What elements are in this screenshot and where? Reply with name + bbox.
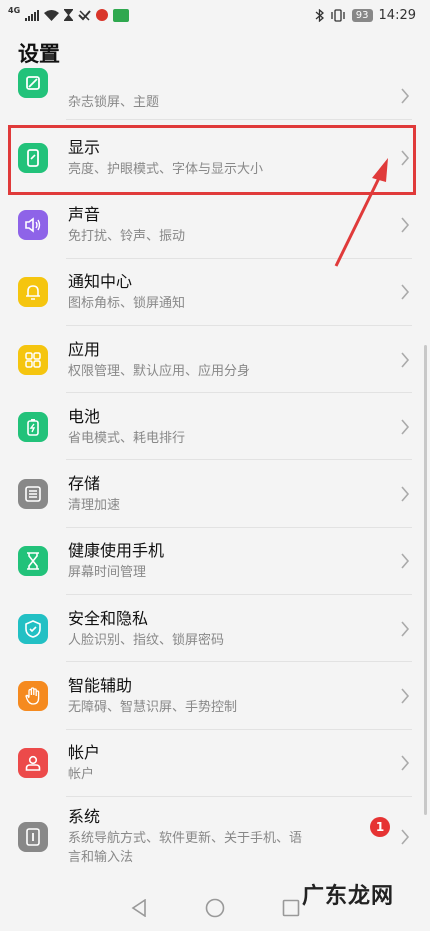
app-icon-red <box>96 9 109 21</box>
notification-icon <box>18 277 48 308</box>
app-icon-green <box>113 8 130 22</box>
no-sim-icon <box>78 10 91 21</box>
network-type: 4G <box>8 6 21 15</box>
chevron-right-icon <box>401 352 410 368</box>
item-title: 存储 <box>68 474 101 494</box>
watermark: 广东龙网 <box>301 884 394 909</box>
item-subtitle: 图标角标、锁屏通知 <box>68 296 186 312</box>
settings-item-battery[interactable]: 电池 省电模式、耗电排行 <box>0 393 430 461</box>
chevron-right-icon <box>401 486 410 502</box>
home-icon <box>205 898 225 918</box>
chevron-right-icon <box>401 688 410 704</box>
chevron-right-icon <box>401 829 410 845</box>
home-button[interactable] <box>202 895 228 921</box>
page-title: 设置 <box>18 42 60 66</box>
settings-item-digital-balance[interactable]: 健康使用手机 屏幕时间管理 <box>0 528 430 596</box>
account-icon <box>18 748 48 779</box>
hourglass-status-icon <box>64 9 74 21</box>
bluetooth-icon <box>315 8 324 22</box>
item-subtitle: 杂志锁屏、主题 <box>68 95 160 110</box>
recents-button[interactable] <box>278 895 304 921</box>
chevron-right-icon <box>401 284 410 300</box>
settings-item-security[interactable]: 安全和隐私 人脸识别、指纹、锁屏密码 <box>0 595 430 663</box>
settings-item-theme[interactable]: 杂志锁屏、主题 <box>0 68 430 120</box>
update-badge: 1 <box>370 816 390 837</box>
item-subtitle: 免打扰、铃声、振动 <box>68 228 186 244</box>
signal-icon <box>25 9 40 21</box>
settings-item-smart-assistance[interactable]: 智能辅助 无障碍、智慧识屏、手势控制 <box>0 662 430 730</box>
hand-icon <box>18 681 48 712</box>
back-button[interactable] <box>126 895 152 921</box>
chevron-right-icon <box>401 755 410 771</box>
battery-icon <box>18 411 48 442</box>
item-title: 健康使用手机 <box>68 541 165 561</box>
shield-icon <box>18 613 48 644</box>
settings-item-sound[interactable]: 声音 免打扰、铃声、振动 <box>0 191 430 259</box>
item-title: 安全和隐私 <box>68 608 149 628</box>
chevron-right-icon <box>401 419 410 435</box>
hourglass-icon <box>18 546 48 577</box>
storage-icon <box>18 479 48 510</box>
item-subtitle: 人脸识别、指纹、锁屏密码 <box>68 632 225 648</box>
settings-list: 杂志锁屏、主题 显示 亮度、护眼模式、字体与显示大小 声音 免打扰、铃声、振动 <box>0 68 430 877</box>
item-subtitle: 系统导航方式、软件更新、关于手机、语 <box>68 831 303 847</box>
settings-item-system[interactable]: 系统 系统导航方式、软件更新、关于手机、语 言和输入法 1 <box>0 797 430 877</box>
wifi-icon <box>44 9 60 21</box>
battery-level: 93 <box>351 8 373 22</box>
item-title: 智能辅助 <box>68 676 133 696</box>
system-icon <box>18 821 48 852</box>
item-title: 声音 <box>68 204 101 224</box>
vibrate-icon <box>331 8 345 22</box>
item-subtitle: 帐户 <box>68 767 95 783</box>
chevron-right-icon <box>401 88 410 104</box>
back-icon <box>131 899 146 917</box>
item-subtitle: 省电模式、耗电排行 <box>68 430 186 446</box>
settings-item-notification[interactable]: 通知中心 图标角标、锁屏通知 <box>0 259 430 326</box>
divider <box>66 119 412 120</box>
item-subtitle: 无障碍、智慧识屏、手势控制 <box>68 700 238 716</box>
item-title: 应用 <box>68 339 101 359</box>
item-subtitle: 屏幕时间管理 <box>68 565 147 581</box>
item-subtitle: 权限管理、默认应用、应用分身 <box>68 363 251 379</box>
apps-icon <box>18 344 48 375</box>
settings-item-account[interactable]: 帐户 帐户 <box>0 730 430 797</box>
settings-item-storage[interactable]: 存储 清理加速 <box>0 460 430 528</box>
status-bar: 4G 93 14:29 <box>0 0 430 30</box>
item-subtitle-line2: 言和输入法 <box>68 850 134 866</box>
clock: 14:29 <box>378 7 416 23</box>
chevron-right-icon <box>401 621 410 637</box>
sound-icon <box>18 209 48 240</box>
recents-icon <box>282 899 300 917</box>
chevron-right-icon <box>401 217 410 233</box>
item-title: 帐户 <box>68 743 101 763</box>
item-subtitle: 清理加速 <box>68 498 121 514</box>
chevron-right-icon <box>401 553 410 569</box>
theme-icon <box>18 68 48 98</box>
item-title: 电池 <box>68 406 101 426</box>
settings-item-apps[interactable]: 应用 权限管理、默认应用、应用分身 <box>0 326 430 394</box>
item-title: 通知中心 <box>68 272 133 292</box>
item-title: 系统 <box>68 807 101 827</box>
highlight-box <box>8 125 416 195</box>
scrollbar[interactable] <box>424 345 427 815</box>
